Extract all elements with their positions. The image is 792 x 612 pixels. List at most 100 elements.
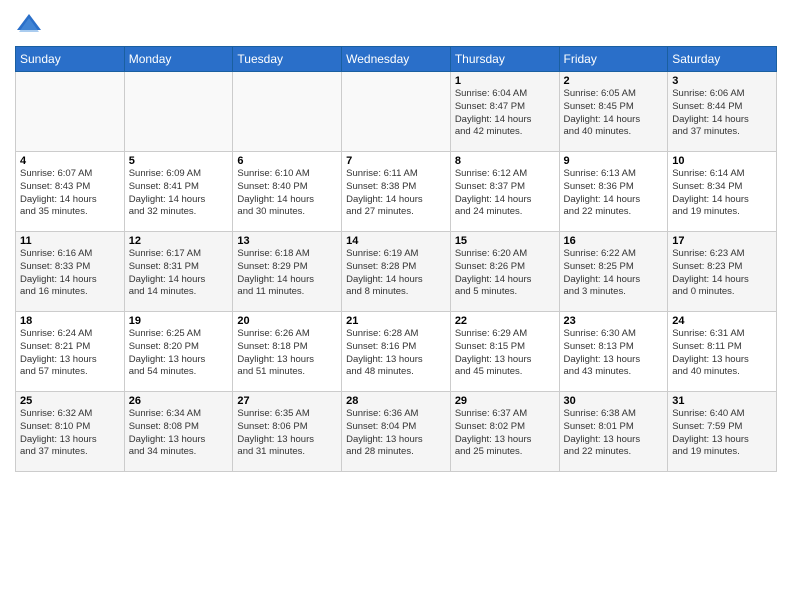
calendar-cell: 22Sunrise: 6:29 AM Sunset: 8:15 PM Dayli… — [450, 312, 559, 392]
calendar-cell — [233, 72, 342, 152]
day-number: 4 — [20, 155, 120, 167]
day-number: 20 — [237, 315, 337, 327]
calendar-cell: 13Sunrise: 6:18 AM Sunset: 8:29 PM Dayli… — [233, 232, 342, 312]
day-number: 9 — [564, 155, 664, 167]
calendar-cell: 2Sunrise: 6:05 AM Sunset: 8:45 PM Daylig… — [559, 72, 668, 152]
calendar-cell: 1Sunrise: 6:04 AM Sunset: 8:47 PM Daylig… — [450, 72, 559, 152]
day-number: 26 — [129, 395, 229, 407]
calendar-cell: 8Sunrise: 6:12 AM Sunset: 8:37 PM Daylig… — [450, 152, 559, 232]
day-header-sunday: Sunday — [16, 47, 125, 72]
week-row-2: 4Sunrise: 6:07 AM Sunset: 8:43 PM Daylig… — [16, 152, 777, 232]
week-row-4: 18Sunrise: 6:24 AM Sunset: 8:21 PM Dayli… — [16, 312, 777, 392]
day-number: 23 — [564, 315, 664, 327]
day-number: 21 — [346, 315, 446, 327]
day-info: Sunrise: 6:06 AM Sunset: 8:44 PM Dayligh… — [672, 88, 772, 139]
header-row: SundayMondayTuesdayWednesdayThursdayFrid… — [16, 47, 777, 72]
day-info: Sunrise: 6:37 AM Sunset: 8:02 PM Dayligh… — [455, 408, 555, 459]
day-number: 16 — [564, 235, 664, 247]
calendar-cell: 18Sunrise: 6:24 AM Sunset: 8:21 PM Dayli… — [16, 312, 125, 392]
day-info: Sunrise: 6:11 AM Sunset: 8:38 PM Dayligh… — [346, 168, 446, 219]
day-info: Sunrise: 6:17 AM Sunset: 8:31 PM Dayligh… — [129, 248, 229, 299]
day-number: 19 — [129, 315, 229, 327]
day-header-monday: Monday — [124, 47, 233, 72]
day-info: Sunrise: 6:24 AM Sunset: 8:21 PM Dayligh… — [20, 328, 120, 379]
day-number: 1 — [455, 75, 555, 87]
day-info: Sunrise: 6:28 AM Sunset: 8:16 PM Dayligh… — [346, 328, 446, 379]
calendar-cell: 16Sunrise: 6:22 AM Sunset: 8:25 PM Dayli… — [559, 232, 668, 312]
day-number: 10 — [672, 155, 772, 167]
calendar-cell: 9Sunrise: 6:13 AM Sunset: 8:36 PM Daylig… — [559, 152, 668, 232]
calendar-cell: 26Sunrise: 6:34 AM Sunset: 8:08 PM Dayli… — [124, 392, 233, 472]
day-info: Sunrise: 6:04 AM Sunset: 8:47 PM Dayligh… — [455, 88, 555, 139]
calendar-cell — [16, 72, 125, 152]
day-header-friday: Friday — [559, 47, 668, 72]
day-number: 15 — [455, 235, 555, 247]
calendar-cell: 29Sunrise: 6:37 AM Sunset: 8:02 PM Dayli… — [450, 392, 559, 472]
day-number: 11 — [20, 235, 120, 247]
day-info: Sunrise: 6:16 AM Sunset: 8:33 PM Dayligh… — [20, 248, 120, 299]
calendar-cell: 3Sunrise: 6:06 AM Sunset: 8:44 PM Daylig… — [668, 72, 777, 152]
calendar-cell: 24Sunrise: 6:31 AM Sunset: 8:11 PM Dayli… — [668, 312, 777, 392]
week-row-5: 25Sunrise: 6:32 AM Sunset: 8:10 PM Dayli… — [16, 392, 777, 472]
day-number: 29 — [455, 395, 555, 407]
day-header-wednesday: Wednesday — [342, 47, 451, 72]
calendar-cell — [124, 72, 233, 152]
day-info: Sunrise: 6:36 AM Sunset: 8:04 PM Dayligh… — [346, 408, 446, 459]
calendar-cell: 20Sunrise: 6:26 AM Sunset: 8:18 PM Dayli… — [233, 312, 342, 392]
day-info: Sunrise: 6:19 AM Sunset: 8:28 PM Dayligh… — [346, 248, 446, 299]
day-info: Sunrise: 6:35 AM Sunset: 8:06 PM Dayligh… — [237, 408, 337, 459]
day-number: 14 — [346, 235, 446, 247]
day-number: 3 — [672, 75, 772, 87]
day-number: 24 — [672, 315, 772, 327]
calendar-cell: 5Sunrise: 6:09 AM Sunset: 8:41 PM Daylig… — [124, 152, 233, 232]
day-number: 28 — [346, 395, 446, 407]
day-info: Sunrise: 6:22 AM Sunset: 8:25 PM Dayligh… — [564, 248, 664, 299]
calendar: SundayMondayTuesdayWednesdayThursdayFrid… — [15, 46, 777, 472]
calendar-cell: 14Sunrise: 6:19 AM Sunset: 8:28 PM Dayli… — [342, 232, 451, 312]
calendar-cell: 23Sunrise: 6:30 AM Sunset: 8:13 PM Dayli… — [559, 312, 668, 392]
week-row-3: 11Sunrise: 6:16 AM Sunset: 8:33 PM Dayli… — [16, 232, 777, 312]
calendar-cell: 4Sunrise: 6:07 AM Sunset: 8:43 PM Daylig… — [16, 152, 125, 232]
day-info: Sunrise: 6:40 AM Sunset: 7:59 PM Dayligh… — [672, 408, 772, 459]
day-header-tuesday: Tuesday — [233, 47, 342, 72]
day-number: 17 — [672, 235, 772, 247]
day-number: 22 — [455, 315, 555, 327]
calendar-cell: 17Sunrise: 6:23 AM Sunset: 8:23 PM Dayli… — [668, 232, 777, 312]
calendar-cell: 19Sunrise: 6:25 AM Sunset: 8:20 PM Dayli… — [124, 312, 233, 392]
day-info: Sunrise: 6:26 AM Sunset: 8:18 PM Dayligh… — [237, 328, 337, 379]
day-number: 27 — [237, 395, 337, 407]
calendar-cell: 21Sunrise: 6:28 AM Sunset: 8:16 PM Dayli… — [342, 312, 451, 392]
day-number: 13 — [237, 235, 337, 247]
day-info: Sunrise: 6:09 AM Sunset: 8:41 PM Dayligh… — [129, 168, 229, 219]
day-info: Sunrise: 6:34 AM Sunset: 8:08 PM Dayligh… — [129, 408, 229, 459]
calendar-cell: 25Sunrise: 6:32 AM Sunset: 8:10 PM Dayli… — [16, 392, 125, 472]
calendar-cell: 31Sunrise: 6:40 AM Sunset: 7:59 PM Dayli… — [668, 392, 777, 472]
day-info: Sunrise: 6:05 AM Sunset: 8:45 PM Dayligh… — [564, 88, 664, 139]
day-info: Sunrise: 6:32 AM Sunset: 8:10 PM Dayligh… — [20, 408, 120, 459]
day-info: Sunrise: 6:10 AM Sunset: 8:40 PM Dayligh… — [237, 168, 337, 219]
calendar-cell: 10Sunrise: 6:14 AM Sunset: 8:34 PM Dayli… — [668, 152, 777, 232]
day-info: Sunrise: 6:30 AM Sunset: 8:13 PM Dayligh… — [564, 328, 664, 379]
calendar-cell: 28Sunrise: 6:36 AM Sunset: 8:04 PM Dayli… — [342, 392, 451, 472]
calendar-cell: 15Sunrise: 6:20 AM Sunset: 8:26 PM Dayli… — [450, 232, 559, 312]
page: SundayMondayTuesdayWednesdayThursdayFrid… — [0, 0, 792, 612]
day-info: Sunrise: 6:12 AM Sunset: 8:37 PM Dayligh… — [455, 168, 555, 219]
day-info: Sunrise: 6:29 AM Sunset: 8:15 PM Dayligh… — [455, 328, 555, 379]
day-number: 31 — [672, 395, 772, 407]
day-info: Sunrise: 6:25 AM Sunset: 8:20 PM Dayligh… — [129, 328, 229, 379]
calendar-cell: 11Sunrise: 6:16 AM Sunset: 8:33 PM Dayli… — [16, 232, 125, 312]
day-info: Sunrise: 6:18 AM Sunset: 8:29 PM Dayligh… — [237, 248, 337, 299]
calendar-cell: 30Sunrise: 6:38 AM Sunset: 8:01 PM Dayli… — [559, 392, 668, 472]
day-number: 8 — [455, 155, 555, 167]
day-info: Sunrise: 6:07 AM Sunset: 8:43 PM Dayligh… — [20, 168, 120, 219]
calendar-cell: 7Sunrise: 6:11 AM Sunset: 8:38 PM Daylig… — [342, 152, 451, 232]
day-number: 5 — [129, 155, 229, 167]
day-number: 12 — [129, 235, 229, 247]
day-header-saturday: Saturday — [668, 47, 777, 72]
day-number: 2 — [564, 75, 664, 87]
day-info: Sunrise: 6:38 AM Sunset: 8:01 PM Dayligh… — [564, 408, 664, 459]
day-number: 6 — [237, 155, 337, 167]
day-info: Sunrise: 6:20 AM Sunset: 8:26 PM Dayligh… — [455, 248, 555, 299]
day-info: Sunrise: 6:31 AM Sunset: 8:11 PM Dayligh… — [672, 328, 772, 379]
day-number: 25 — [20, 395, 120, 407]
